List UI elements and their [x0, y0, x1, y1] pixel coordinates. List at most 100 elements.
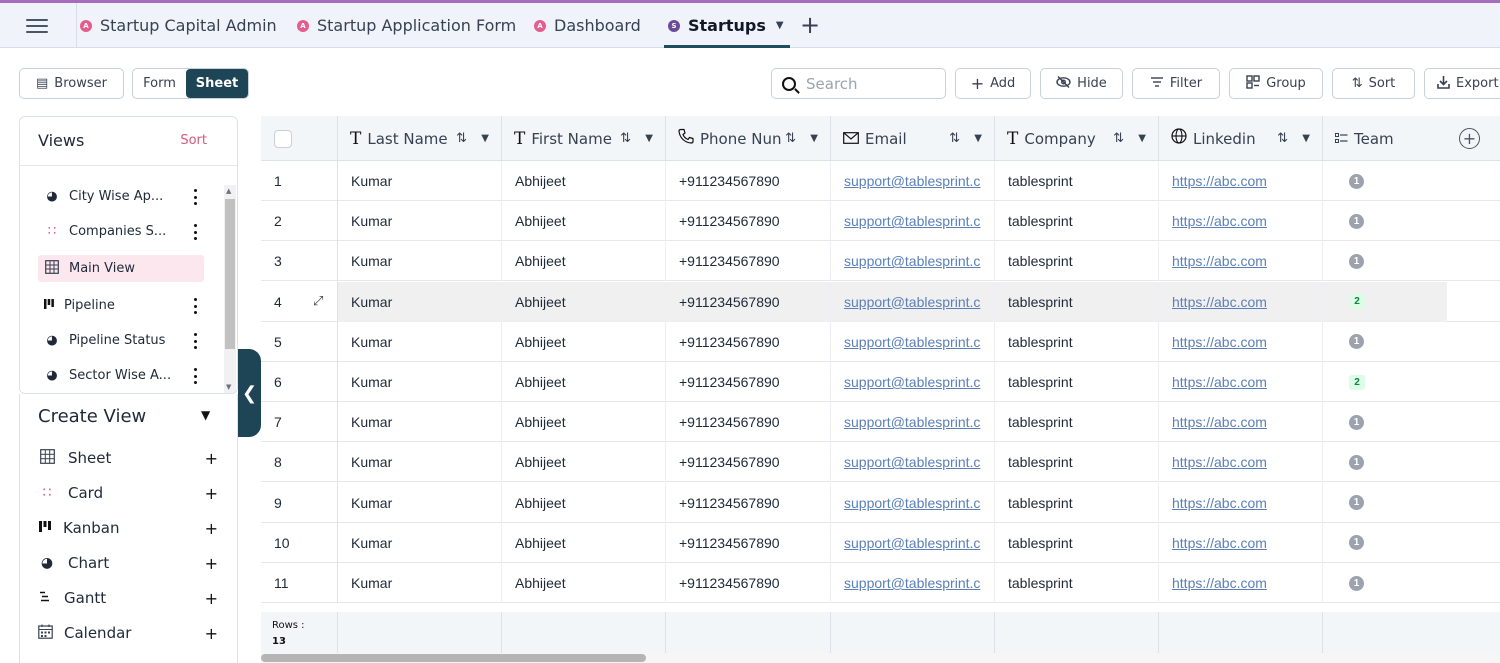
cell-email[interactable]: support@tablesprint.c — [831, 442, 995, 483]
chevron-down-icon[interactable]: ▼ — [1138, 133, 1146, 144]
email-link[interactable]: support@tablesprint.c — [844, 294, 980, 310]
row-number-cell[interactable]: 10 — [261, 522, 338, 563]
cell-last-name[interactable]: Kumar — [338, 321, 502, 362]
column-header-phone[interactable]: Phone Nun ⇅ ▼ — [666, 116, 831, 161]
collapse-sidebar-button[interactable]: ❮ — [238, 349, 261, 437]
email-link[interactable]: support@tablesprint.c — [844, 213, 980, 229]
row-number-cell[interactable]: 11 — [261, 563, 338, 603]
hamburger-menu-icon[interactable] — [26, 16, 48, 36]
add-tab-plus-icon[interactable]: + — [800, 12, 820, 38]
create-view-chart[interactable]: ◕ Chart + — [38, 551, 218, 575]
views-sort-link[interactable]: Sort — [180, 133, 207, 148]
chevron-down-icon[interactable]: ▼ — [645, 133, 653, 144]
cell-last-name[interactable]: Kumar — [338, 241, 502, 282]
row-number-cell[interactable]: 1 — [261, 161, 338, 201]
view-more-icon[interactable] — [192, 224, 198, 240]
cell-team[interactable]: 2 — [1323, 362, 1447, 402]
cell-first-name[interactable]: Abhijeet — [502, 321, 666, 362]
cell-first-name[interactable]: Abhijeet — [502, 442, 666, 483]
plus-icon[interactable]: + — [205, 519, 218, 538]
row-number-cell[interactable]: 2 — [261, 201, 338, 242]
cell-linkedin[interactable]: https://abc.com — [1159, 201, 1323, 242]
sheet-toggle-button[interactable]: Sheet — [186, 69, 248, 98]
cell-team[interactable]: 1 — [1323, 161, 1447, 201]
linkedin-link[interactable]: https://abc.com — [1172, 454, 1267, 470]
linkedin-link[interactable]: https://abc.com — [1172, 253, 1267, 269]
browser-button[interactable]: ▤ Browser — [19, 68, 124, 99]
cell-last-name[interactable]: Kumar — [338, 402, 502, 443]
cell-last-name[interactable]: Kumar — [338, 482, 502, 523]
chevron-down-icon[interactable]: ▼ — [810, 133, 818, 144]
row-number-cell[interactable]: 8 — [261, 442, 338, 483]
cell-team[interactable]: 1 — [1323, 241, 1447, 281]
cell-first-name[interactable]: Abhijeet — [502, 563, 666, 603]
view-item-city-wise[interactable]: ◕ City Wise Ap... — [38, 183, 204, 210]
views-scrollbar[interactable]: ▲ ▼ — [224, 185, 236, 393]
cell-company[interactable]: tablesprint — [995, 362, 1159, 402]
cell-company[interactable]: tablesprint — [995, 201, 1159, 242]
email-link[interactable]: support@tablesprint.c — [844, 535, 980, 551]
chevron-down-icon[interactable]: ▼ — [1302, 133, 1310, 144]
row-number-cell[interactable]: 9 — [261, 482, 338, 523]
cell-first-name[interactable]: Abhijeet — [502, 281, 666, 322]
grid-horizontal-scrollbar[interactable] — [261, 653, 1500, 663]
row-number-cell[interactable]: 6 — [261, 362, 338, 402]
export-button[interactable]: Export — [1424, 68, 1500, 99]
plus-icon[interactable]: + — [205, 589, 218, 608]
filter-button[interactable]: Filter — [1132, 68, 1220, 99]
table-row[interactable]: 1 Kumar Abhijeet +911234567890 support@table… — [261, 161, 1500, 201]
table-row[interactable]: 8 Kumar Abhijeet +911234567890 support@table… — [261, 442, 1500, 483]
cell-phone[interactable]: +911234567890 — [666, 241, 831, 282]
linkedin-link[interactable]: https://abc.com — [1172, 414, 1267, 430]
cell-company[interactable]: tablesprint — [995, 281, 1159, 322]
view-more-icon[interactable] — [192, 298, 198, 314]
cell-company[interactable]: tablesprint — [995, 563, 1159, 603]
cell-phone[interactable]: +911234567890 — [666, 563, 831, 603]
cell-first-name[interactable]: Abhijeet — [502, 522, 666, 563]
view-item-main-view[interactable]: Main View — [38, 255, 204, 282]
cell-phone[interactable]: +911234567890 — [666, 161, 831, 201]
linkedin-link[interactable]: https://abc.com — [1172, 173, 1267, 189]
cell-company[interactable]: tablesprint — [995, 321, 1159, 362]
scroll-up-arrow-icon[interactable]: ▲ — [226, 187, 231, 195]
view-more-icon[interactable] — [192, 333, 198, 349]
row-number-cell[interactable]: 5 — [261, 321, 338, 362]
cell-last-name[interactable]: Kumar — [338, 362, 502, 402]
tab-startup-application-form[interactable]: A Startup Application Form — [297, 3, 516, 48]
table-row[interactable]: 11 Kumar Abhijeet +911234567890 support@tabl… — [261, 563, 1500, 603]
cell-linkedin[interactable]: https://abc.com — [1159, 522, 1323, 563]
cell-linkedin[interactable]: https://abc.com — [1159, 241, 1323, 282]
tab-startup-capital-admin[interactable]: A Startup Capital Admin — [80, 3, 277, 48]
table-row[interactable]: 10 Kumar Abhijeet +911234567890 support@tabl… — [261, 522, 1500, 563]
cell-linkedin[interactable]: https://abc.com — [1159, 482, 1323, 523]
plus-icon[interactable]: + — [205, 449, 218, 468]
view-item-pipeline-status[interactable]: ◕ Pipeline Status — [38, 327, 204, 354]
table-row[interactable]: 5 Kumar Abhijeet +911234567890 support@table… — [261, 321, 1500, 362]
view-more-icon[interactable] — [192, 189, 198, 205]
plus-icon[interactable]: + — [205, 554, 218, 573]
cell-company[interactable]: tablesprint — [995, 241, 1159, 282]
views-scrollbar-thumb[interactable] — [225, 199, 235, 349]
cell-phone[interactable]: +911234567890 — [666, 522, 831, 563]
sort-arrows-icon[interactable]: ⇅ — [785, 131, 796, 146]
table-row[interactable]: 3 Kumar Abhijeet +911234567890 support@table… — [261, 241, 1500, 282]
grid-scrollbar-thumb[interactable] — [261, 654, 646, 662]
cell-email[interactable]: support@tablesprint.c — [831, 563, 995, 603]
chevron-down-icon[interactable]: ▼ — [776, 20, 784, 31]
email-link[interactable]: support@tablesprint.c — [844, 454, 980, 470]
hide-button[interactable]: Hide — [1040, 68, 1123, 99]
cell-email[interactable]: support@tablesprint.c — [831, 522, 995, 563]
cell-linkedin[interactable]: https://abc.com — [1159, 442, 1323, 483]
create-view-gantt[interactable]: Gantt + — [38, 586, 218, 610]
cell-linkedin[interactable]: https://abc.com — [1159, 321, 1323, 362]
cell-linkedin[interactable]: https://abc.com — [1159, 362, 1323, 402]
linkedin-link[interactable]: https://abc.com — [1172, 213, 1267, 229]
cell-first-name[interactable]: Abhijeet — [502, 482, 666, 523]
cell-linkedin[interactable]: https://abc.com — [1159, 563, 1323, 603]
cell-team[interactable]: 1 — [1323, 563, 1447, 603]
cell-email[interactable]: support@tablesprint.c — [831, 201, 995, 242]
create-view-sheet[interactable]: Sheet + — [38, 446, 218, 470]
cell-team[interactable]: 1 — [1323, 483, 1447, 523]
email-link[interactable]: support@tablesprint.c — [844, 414, 980, 430]
cell-last-name[interactable]: Kumar — [338, 161, 502, 201]
